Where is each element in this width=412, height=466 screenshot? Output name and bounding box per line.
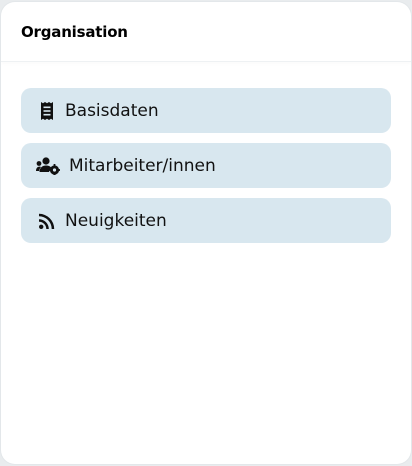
organisation-card: Organisation Basisdaten Mitarbeiter/inne… [1,2,411,464]
nav-item-basisdaten[interactable]: Basisdaten [21,88,391,133]
card-title: Organisation [21,22,128,41]
receipt-icon [35,101,59,121]
nav-item-label: Basisdaten [65,100,159,121]
nav-list: Basisdaten Mitarbeiter/innen Neuigkeiten [1,62,411,243]
nav-item-label: Neuigkeiten [65,210,167,231]
nav-item-neuigkeiten[interactable]: Neuigkeiten [21,198,391,243]
card-header: Organisation [1,2,411,62]
rss-icon [35,211,59,231]
nav-item-mitarbeiter[interactable]: Mitarbeiter/innen [21,143,391,188]
nav-item-label: Mitarbeiter/innen [69,155,216,176]
users-gear-icon [35,156,61,176]
